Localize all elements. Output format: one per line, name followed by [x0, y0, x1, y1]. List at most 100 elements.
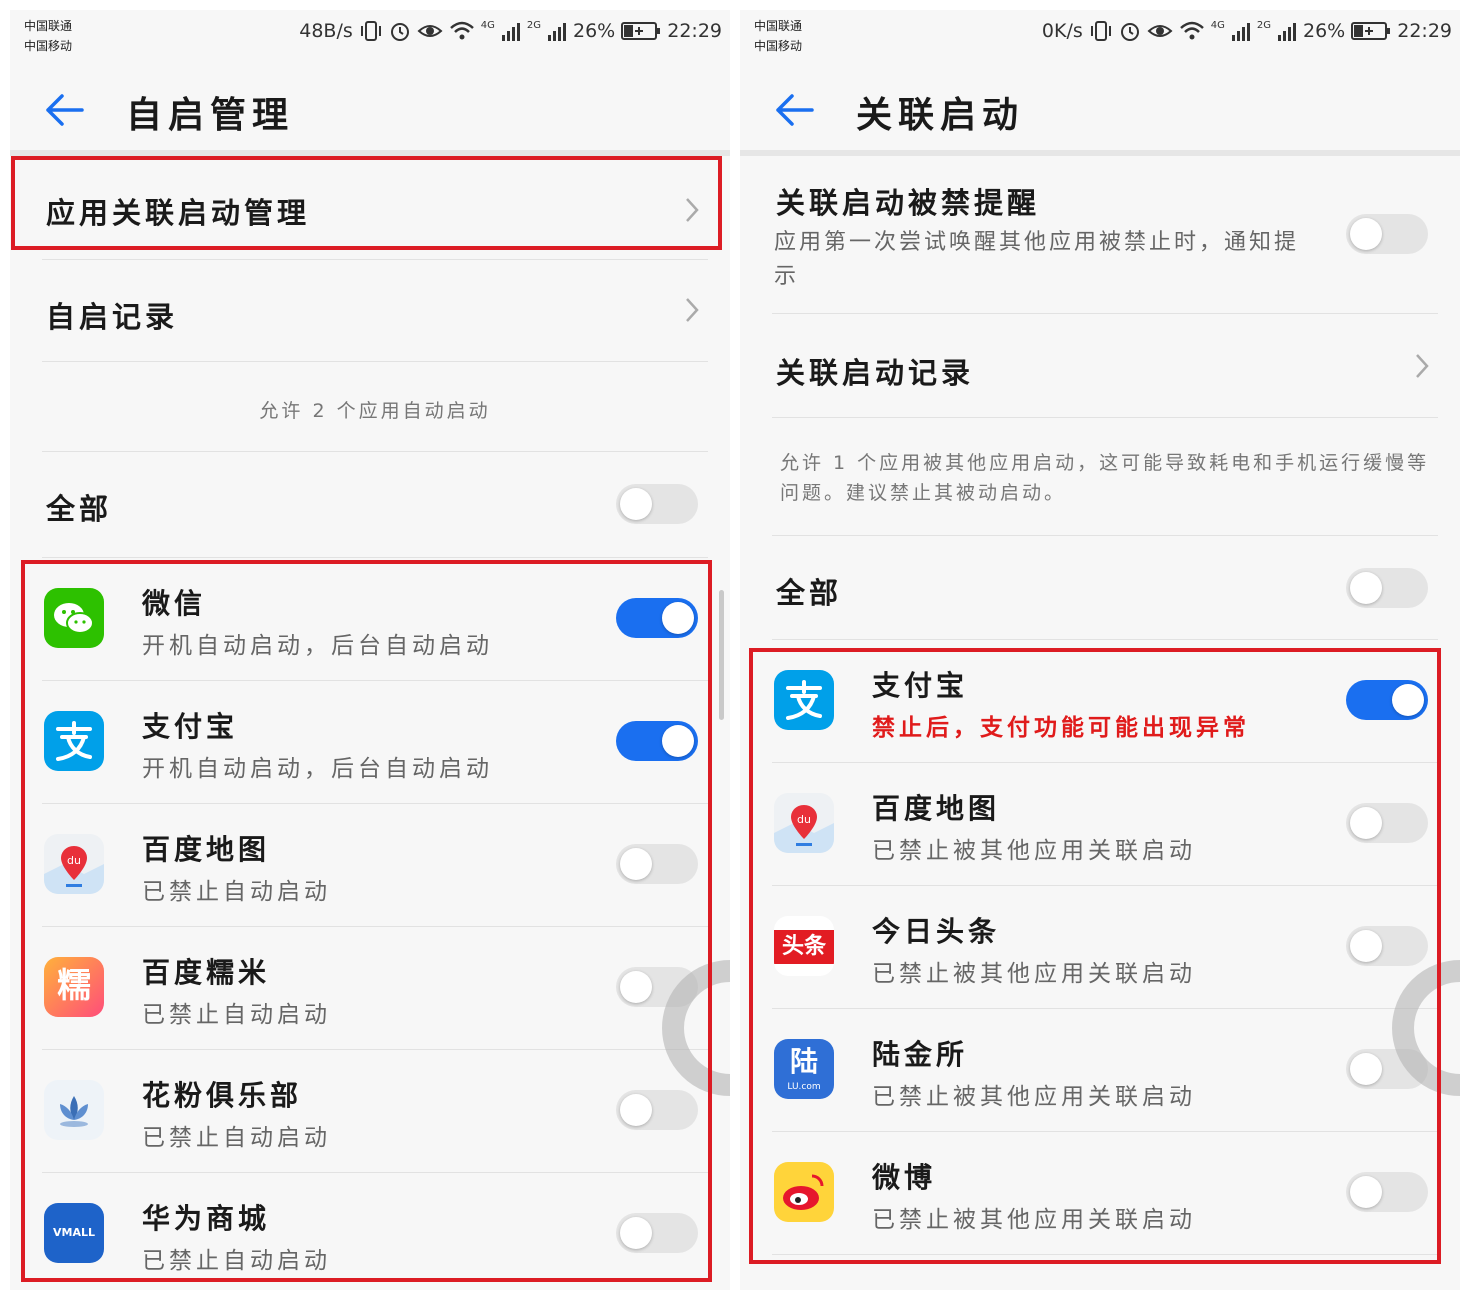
- autostart-toggle[interactable]: [616, 844, 698, 884]
- app-status: 已禁止被其他应用关联启动: [872, 838, 1196, 864]
- app-name: 微信: [142, 587, 207, 620]
- autostart-toggle[interactable]: [616, 1090, 698, 1130]
- divider: [10, 150, 730, 156]
- app-row-vmall[interactable]: VMALL 华为商城 已禁止自动启动: [42, 1173, 708, 1290]
- chevron-right-icon: [686, 298, 699, 322]
- signal-icon: [548, 23, 566, 41]
- alipay-icon: [44, 711, 104, 771]
- app-row-alipay[interactable]: 支付宝 禁止后，支付功能可能出现异常: [772, 640, 1438, 763]
- signal-icon: [501, 23, 520, 41]
- icon-subtext: LU.com: [787, 1082, 821, 1092]
- app-row-baidu-map[interactable]: du 百度地图 已禁止自动启动: [42, 804, 708, 927]
- autostart-toggle[interactable]: [616, 721, 698, 761]
- autostart-summary: 允许 2 个应用自动启动: [42, 362, 708, 452]
- app-warning: 禁止后，支付功能可能出现异常: [872, 715, 1250, 741]
- carrier-labels: 中国联通 中国移动: [754, 16, 802, 56]
- network-type-2: 2G: [526, 20, 541, 31]
- menu-autostart-log[interactable]: 自启记录: [42, 260, 708, 362]
- page-title: 自启管理: [126, 95, 295, 136]
- association-toggle[interactable]: [1346, 1172, 1428, 1212]
- wechat-icon: [44, 588, 104, 648]
- all-apps-row: 全部: [42, 452, 708, 558]
- icon-text: VMALL: [53, 1226, 95, 1239]
- clock: 22:29: [667, 20, 722, 42]
- back-arrow-icon[interactable]: [772, 88, 816, 132]
- network-type-1: 4G: [480, 20, 495, 31]
- blocked-reminder-row[interactable]: 关联启动被禁提醒 应用第一次尝试唤醒其他应用被禁止时，通知提示: [772, 156, 1438, 314]
- app-status: 已禁止被其他应用关联启动: [872, 961, 1196, 987]
- app-name: 陆金所: [872, 1038, 969, 1071]
- back-arrow-icon[interactable]: [42, 88, 86, 132]
- app-row-baidu-map[interactable]: du 百度地图 已禁止被其他应用关联启动: [772, 763, 1438, 886]
- carrier-1: 中国联通: [754, 19, 803, 33]
- scrollbar[interactable]: [719, 590, 724, 720]
- app-status: 已禁止自动启动: [142, 879, 331, 905]
- network-speed: 0K/s: [1041, 20, 1083, 42]
- huafen-club-icon: [44, 1080, 104, 1140]
- app-status: 开机自动启动，后台自动启动: [142, 756, 493, 782]
- carrier-labels: 中国联通 中国移动: [24, 16, 72, 56]
- association-toggle[interactable]: [1346, 680, 1428, 720]
- baidu-map-icon: du: [774, 793, 834, 853]
- association-note: 允许 1 个应用被其他应用启动，这可能导致耗电和手机运行缓慢等问题。建议禁止其被…: [780, 452, 1430, 504]
- reminder-desc: 应用第一次尝试唤醒其他应用被禁止时，通知提示: [774, 230, 1300, 289]
- eye-comfort-icon: [1147, 25, 1173, 37]
- page-title: 关联启动: [856, 95, 1025, 136]
- reminder-toggle[interactable]: [1346, 214, 1428, 254]
- app-name: 今日头条: [872, 915, 1001, 948]
- status-bar: 中国联通 中国移动 0K/s 4G 2G 26% 22:29: [740, 10, 1460, 62]
- chevron-right-icon: [686, 198, 699, 222]
- app-row-alipay[interactable]: 支付宝 开机自动启动，后台自动启动: [42, 681, 708, 804]
- autostart-toggle[interactable]: [616, 1213, 698, 1253]
- title-bar: 自启管理: [10, 70, 730, 150]
- app-status: 已禁止自动启动: [142, 1248, 331, 1274]
- association-toggle[interactable]: [1346, 926, 1428, 966]
- signal-icon: [1278, 23, 1296, 41]
- association-toggle[interactable]: [1346, 803, 1428, 843]
- autostart-count-note: 允许 2 个应用自动启动: [259, 400, 491, 422]
- alarm-icon: [390, 23, 409, 41]
- all-apps-toggle[interactable]: [1346, 568, 1428, 608]
- app-name: 百度地图: [142, 833, 271, 866]
- eye-comfort-icon: [417, 25, 443, 37]
- app-row-wechat[interactable]: 微信 开机自动启动，后台自动启动: [42, 558, 708, 681]
- association-summary: 允许 1 个应用被其他应用启动，这可能导致耗电和手机运行缓慢等问题。建议禁止其被…: [772, 418, 1438, 536]
- app-name: 微博: [872, 1161, 937, 1194]
- wifi-icon: [1179, 21, 1204, 40]
- app-name: 支付宝: [142, 710, 239, 743]
- svg-text:du: du: [67, 854, 81, 867]
- lufax-icon: 陆 LU.com: [774, 1039, 834, 1099]
- status-indicators: 0K/s 4G 2G 26% 22:29: [1042, 20, 1452, 42]
- network-speed: 48B/s: [299, 20, 353, 42]
- icon-text: 糯: [57, 966, 91, 1006]
- menu-label: 自启记录: [46, 300, 179, 334]
- menu-label: 关联启动记录: [776, 356, 975, 390]
- all-apps-toggle[interactable]: [616, 484, 698, 524]
- app-name: 华为商城: [142, 1202, 271, 1235]
- app-row-huafen-club[interactable]: 花粉俱乐部 已禁止自动启动: [42, 1050, 708, 1173]
- menu-label: 应用关联启动管理: [46, 196, 311, 230]
- app-row-toutiao[interactable]: 头条 今日头条 已禁止被其他应用关联启动: [772, 886, 1438, 1009]
- wifi-icon: [449, 21, 474, 40]
- association-log-row[interactable]: 关联启动记录: [772, 314, 1438, 418]
- network-type-1: 4G: [1210, 20, 1225, 31]
- app-row-lufax[interactable]: 陆 LU.com 陆金所 已禁止被其他应用关联启动: [772, 1009, 1438, 1132]
- status-indicators: 48B/s 4G 2G 26% 22:29: [299, 20, 722, 42]
- app-status: 已禁止自动启动: [142, 1125, 331, 1151]
- app-row-weibo[interactable]: 微博 已禁止被其他应用关联启动: [772, 1132, 1438, 1255]
- app-name: 百度地图: [872, 792, 1001, 825]
- clock: 22:29: [1397, 20, 1452, 42]
- toutiao-icon: 头条: [774, 916, 834, 976]
- reminder-title: 关联启动被禁提醒: [776, 186, 1041, 220]
- menu-app-association-launch[interactable]: 应用关联启动管理: [42, 160, 708, 260]
- autostart-toggle[interactable]: [616, 598, 698, 638]
- icon-text: 头条: [774, 930, 834, 964]
- baidu-map-icon: du: [44, 834, 104, 894]
- network-type-2: 2G: [1256, 20, 1271, 31]
- chevron-right-icon: [1416, 354, 1429, 378]
- title-bar: 关联启动: [740, 70, 1460, 150]
- app-name: 花粉俱乐部: [142, 1079, 303, 1112]
- vibrate-icon: [1090, 21, 1111, 41]
- app-status: 已禁止被其他应用关联启动: [872, 1207, 1196, 1233]
- app-row-baidu-nuomi[interactable]: 糯 百度糯米 已禁止自动启动: [42, 927, 708, 1050]
